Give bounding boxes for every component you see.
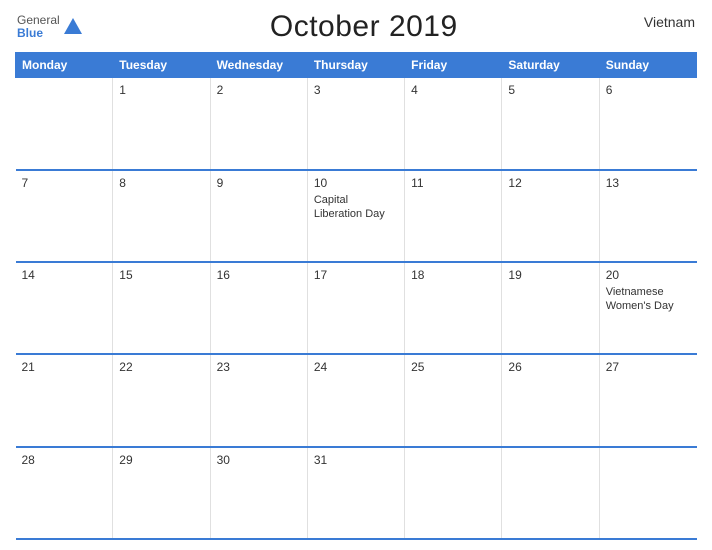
day-number: 5: [508, 83, 592, 97]
calendar-cell: 16: [210, 262, 307, 354]
weekday-row: MondayTuesdayWednesdayThursdayFridaySatu…: [16, 53, 697, 78]
calendar-cell: 17: [307, 262, 404, 354]
calendar-cell: [502, 447, 599, 539]
calendar-cell: 15: [113, 262, 210, 354]
calendar-cell: 6: [599, 78, 696, 170]
day-number: 30: [217, 453, 301, 467]
calendar-week-row: 123456: [16, 78, 697, 170]
day-number: 20: [606, 268, 691, 282]
calendar-cell: 14: [16, 262, 113, 354]
weekday-header-wednesday: Wednesday: [210, 53, 307, 78]
calendar-cell: 24: [307, 354, 404, 446]
logo-blue: Blue: [17, 27, 60, 40]
day-number: 22: [119, 360, 203, 374]
calendar-cell: 7: [16, 170, 113, 262]
day-number: 11: [411, 176, 495, 190]
day-number: 31: [314, 453, 398, 467]
calendar-cell: 11: [405, 170, 502, 262]
weekday-header-saturday: Saturday: [502, 53, 599, 78]
day-number: 4: [411, 83, 495, 97]
calendar-cell: 20 Vietnamese Women's Day: [599, 262, 696, 354]
weekday-header-friday: Friday: [405, 53, 502, 78]
day-number: 8: [119, 176, 203, 190]
calendar-week-row: 789 10 Capital Liberation Day 11 12 13: [16, 170, 697, 262]
calendar-cell: 26: [502, 354, 599, 446]
calendar-cell: 19: [502, 262, 599, 354]
day-number: 23: [217, 360, 301, 374]
day-number: 10: [314, 176, 398, 190]
calendar-cell: 10 Capital Liberation Day: [307, 170, 404, 262]
day-number: 13: [606, 176, 691, 190]
logo-text: General Blue: [17, 14, 60, 40]
calendar-cell: 1: [113, 78, 210, 170]
calendar-cell: 29: [113, 447, 210, 539]
calendar-cell: 31: [307, 447, 404, 539]
day-number: 27: [606, 360, 691, 374]
weekday-header-sunday: Sunday: [599, 53, 696, 78]
day-number: 17: [314, 268, 398, 282]
calendar-cell: 21: [16, 354, 113, 446]
day-number: 25: [411, 360, 495, 374]
day-number: 14: [22, 268, 107, 282]
day-number: 24: [314, 360, 398, 374]
day-number: 3: [314, 83, 398, 97]
day-number: 1: [119, 83, 203, 97]
calendar-cell: 12: [502, 170, 599, 262]
calendar-cell: [16, 78, 113, 170]
calendar-cell: [599, 447, 696, 539]
calendar-cell: 5: [502, 78, 599, 170]
day-number: 19: [508, 268, 592, 282]
day-number: 2: [217, 83, 301, 97]
calendar-cell: 28: [16, 447, 113, 539]
logo-icon: [62, 16, 84, 38]
weekday-header-monday: Monday: [16, 53, 113, 78]
calendar-cell: 22: [113, 354, 210, 446]
calendar-week-row: 21 22 23 24 25 26 27: [16, 354, 697, 446]
day-number: 29: [119, 453, 203, 467]
day-number: 26: [508, 360, 592, 374]
day-number: 21: [22, 360, 107, 374]
day-number: 9: [217, 176, 301, 190]
calendar-cell: 30: [210, 447, 307, 539]
calendar-cell: 27: [599, 354, 696, 446]
calendar-cell: 23: [210, 354, 307, 446]
calendar-cell: 3: [307, 78, 404, 170]
day-number: 6: [606, 83, 691, 97]
holiday-name: Capital Liberation Day: [314, 193, 398, 222]
holiday-name: Vietnamese Women's Day: [606, 285, 691, 314]
country-label: Vietnam: [644, 14, 695, 30]
calendar-week-row: 28 29 30 31: [16, 447, 697, 539]
logo: General Blue: [17, 14, 84, 40]
calendar-cell: 18: [405, 262, 502, 354]
calendar-body: 12345678910Capital Liberation Day1112131…: [16, 78, 697, 540]
day-number: 12: [508, 176, 592, 190]
calendar-cell: 9: [210, 170, 307, 262]
weekday-header-thursday: Thursday: [307, 53, 404, 78]
calendar-header: MondayTuesdayWednesdayThursdayFridaySatu…: [16, 53, 697, 78]
month-title: October 2019: [270, 10, 458, 44]
day-number: 18: [411, 268, 495, 282]
day-number: 7: [22, 176, 107, 190]
calendar-cell: 2: [210, 78, 307, 170]
calendar-cell: 4: [405, 78, 502, 170]
calendar-cell: 8: [113, 170, 210, 262]
day-number: 28: [22, 453, 107, 467]
day-number: 16: [217, 268, 301, 282]
calendar-cell: 13: [599, 170, 696, 262]
weekday-header-tuesday: Tuesday: [113, 53, 210, 78]
calendar-cell: [405, 447, 502, 539]
calendar-cell: 25: [405, 354, 502, 446]
header: General Blue October 2019 Vietnam: [15, 10, 697, 44]
calendar-week-row: 14 15 16 17 18 19 20 Vietnamese Women's Day: [16, 262, 697, 354]
calendar-table: MondayTuesdayWednesdayThursdayFridaySatu…: [15, 52, 697, 540]
day-number: 15: [119, 268, 203, 282]
